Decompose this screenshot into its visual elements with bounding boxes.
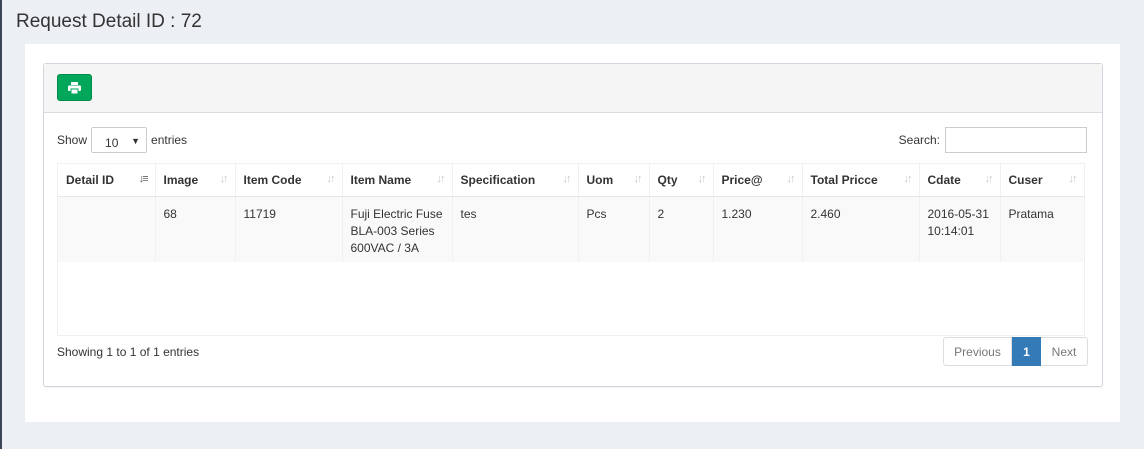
cdate-time: 10:14:01 bbox=[927, 224, 975, 238]
cell-cuser: Pratama bbox=[1000, 196, 1085, 262]
table-controls: Show 10 ▼ entries Search: bbox=[57, 126, 1087, 154]
entries-label: entries bbox=[151, 133, 188, 147]
entries-select-value: 10 bbox=[105, 136, 119, 150]
page-title: Request Detail ID : 72 bbox=[16, 11, 202, 32]
entries-select[interactable]: 10 ▼ bbox=[91, 127, 148, 153]
sort-icon: ↓↑ bbox=[219, 173, 229, 185]
column-header-item-code[interactable]: Item Code ↓↑ bbox=[235, 164, 343, 197]
sort-icon: ↓↑ bbox=[436, 173, 446, 185]
search-label: Search: bbox=[898, 133, 940, 147]
sort-icon: ↓↑ bbox=[562, 173, 572, 185]
search-input[interactable] bbox=[945, 127, 1087, 153]
cell-qty: 2 bbox=[649, 196, 714, 262]
table-row: 68 11719 Fuji Electric Fuse BLA-003 Seri… bbox=[58, 196, 1085, 262]
cell-total-price: 2.460 bbox=[802, 196, 920, 262]
sort-icon: ↓↑ bbox=[984, 173, 994, 185]
sort-icon: ↓↑ bbox=[633, 173, 643, 185]
cell-specification: tes bbox=[452, 196, 579, 262]
column-header-price[interactable]: Price@ ↓↑ bbox=[713, 164, 803, 197]
sort-icon: ↓↑ bbox=[326, 173, 336, 185]
length-control: Show 10 ▼ entries bbox=[57, 126, 187, 154]
column-header-cdate[interactable]: Cdate ↓↑ bbox=[919, 164, 1001, 197]
sort-icon: ↓↑ bbox=[697, 173, 707, 185]
table-info: Showing 1 to 1 of 1 entries bbox=[57, 345, 200, 359]
column-header-cuser[interactable]: Cuser ↓↑ bbox=[1000, 164, 1085, 197]
box-header bbox=[44, 64, 1102, 113]
cell-uom: Pcs bbox=[578, 196, 650, 262]
column-header-specification[interactable]: Specification ↓↑ bbox=[452, 164, 579, 197]
cell-image: 68 bbox=[155, 196, 236, 262]
column-header-detail-id[interactable]: Detail ID ↓≡ bbox=[58, 164, 156, 197]
detail-box: Show 10 ▼ entries Search: Detail ID ↓≡ I… bbox=[43, 63, 1103, 387]
item-name-line: 600VAC / 3A bbox=[350, 241, 419, 255]
cell-cdate: 2016-05-31 10:14:01 bbox=[919, 196, 1001, 262]
left-edge-strip bbox=[0, 0, 2, 449]
print-icon bbox=[68, 81, 81, 94]
chevron-down-icon: ▼ bbox=[131, 136, 141, 146]
column-header-image[interactable]: Image ↓↑ bbox=[155, 164, 236, 197]
table-header-row: Detail ID ↓≡ Image ↓↑ Item Code ↓↑ Item Nam… bbox=[58, 164, 1085, 197]
cell-price: 1.230 bbox=[713, 196, 803, 262]
sort-icon: ↓↑ bbox=[786, 173, 796, 185]
sort-icon: ↓↑ bbox=[1068, 173, 1078, 185]
cdate-date: 2016-05-31 bbox=[927, 207, 989, 221]
search-control: Search: bbox=[899, 126, 1087, 154]
cell-item-name: Fuji Electric Fuse BLA-003 Series 600VAC… bbox=[342, 196, 453, 262]
cell-item-code: 11719 bbox=[235, 196, 343, 262]
column-header-item-name[interactable]: Item Name ↓↑ bbox=[342, 164, 453, 197]
cell-detail-id bbox=[58, 196, 156, 262]
pagination: Previous 1 Next bbox=[943, 337, 1088, 366]
detail-table-wrap: Detail ID ↓≡ Image ↓↑ Item Code ↓↑ Item Nam… bbox=[57, 163, 1085, 336]
column-header-qty[interactable]: Qty ↓↑ bbox=[649, 164, 714, 197]
page-1-button[interactable]: 1 bbox=[1012, 337, 1041, 366]
item-name-line: BLA-003 Series bbox=[350, 224, 435, 238]
print-button[interactable] bbox=[57, 74, 92, 101]
show-label: Show bbox=[57, 133, 88, 147]
column-header-total-price[interactable]: Total Pricce ↓↑ bbox=[802, 164, 920, 197]
next-button[interactable]: Next bbox=[1041, 337, 1088, 366]
sort-icon: ↓↑ bbox=[903, 173, 913, 185]
previous-button[interactable]: Previous bbox=[943, 337, 1012, 366]
content-panel: Show 10 ▼ entries Search: Detail ID ↓≡ I… bbox=[25, 44, 1120, 422]
sort-asc-icon: ↓≡ bbox=[138, 173, 149, 185]
column-header-uom[interactable]: Uom ↓↑ bbox=[578, 164, 650, 197]
item-name-line: Fuji Electric Fuse bbox=[350, 207, 443, 221]
detail-table: Detail ID ↓≡ Image ↓↑ Item Code ↓↑ Item Nam… bbox=[58, 164, 1085, 262]
